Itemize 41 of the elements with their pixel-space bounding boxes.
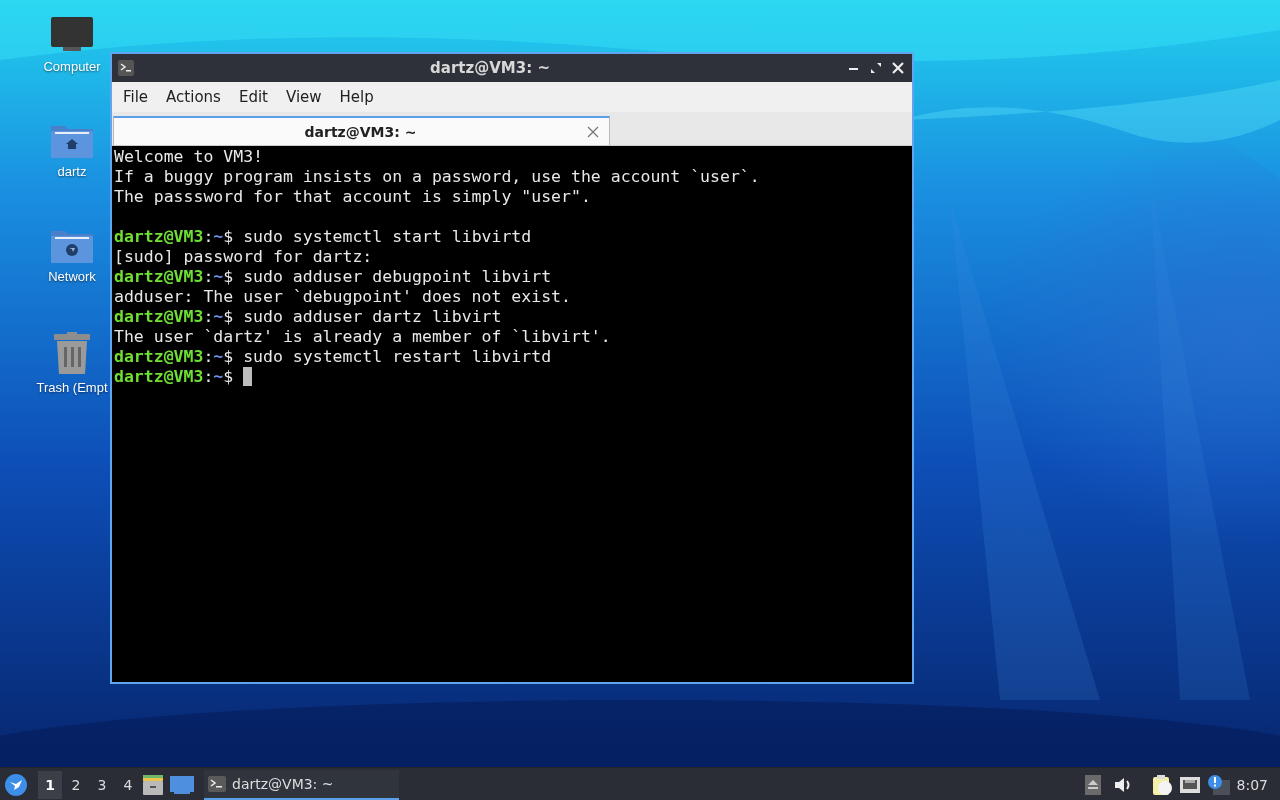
terminal-output-line: [sudo] password for dartz: (114, 247, 374, 267)
terminal-prompt-line: dartz@VM3:~$ sudo adduser debugpoint libvirt (114, 267, 552, 286)
terminal-prompt-line: dartz@VM3:~$ sudo adduser dartz libvirt (114, 307, 502, 326)
show-desktop-icon[interactable] (170, 775, 194, 794)
terminal-icon (118, 60, 134, 76)
menu-item[interactable]: View (276, 88, 331, 106)
workspace-button[interactable]: 4 (116, 770, 140, 799)
terminal-output-line: The user `dartz' is already a member of `libvirt'. (114, 327, 612, 347)
menu-item[interactable]: Edit (229, 88, 277, 106)
eject-icon[interactable] (1084, 774, 1101, 795)
terminal-area[interactable] (112, 146, 912, 682)
menu-item[interactable]: Help (330, 88, 383, 106)
terminal-output-line: Welcome to VM3! (114, 147, 264, 167)
terminal-output-line: adduser: The user `debugpoint' does not exist. (114, 287, 572, 307)
monitor-icon (51, 17, 93, 53)
terminal-output-line: If a buggy program insists on a password, use the account `user`. (114, 167, 761, 187)
taskbar-task-button[interactable]: dartz@VM3: ~ (204, 769, 399, 800)
desktop-icon-label[interactable]: Trash (Empt (36, 380, 108, 395)
clock[interactable]: 8:07 (1232, 776, 1276, 793)
clipboard-icon[interactable] (1150, 773, 1173, 796)
terminal-prompt-line: dartz@VM3:~$ sudo systemctl start libvirtd (114, 227, 532, 246)
workspace-button[interactable]: 1 (38, 770, 62, 799)
menu-item[interactable]: Actions (157, 88, 230, 106)
close-icon[interactable] (890, 60, 906, 76)
terminal-icon (208, 775, 226, 792)
notification-icon[interactable] (1206, 773, 1231, 796)
terminal-prompt-line: dartz@VM3:~$ sudo systemctl restart libvirtd (114, 347, 552, 366)
trash-icon (54, 332, 90, 374)
network-icon[interactable] (1178, 774, 1201, 795)
workspace-button[interactable]: 3 (90, 770, 114, 799)
maximize-icon[interactable] (868, 60, 884, 76)
desktop-icon-label[interactable]: Network (48, 269, 96, 284)
close-tab-icon[interactable] (587, 125, 599, 138)
file-cabinet-icon[interactable] (142, 774, 164, 795)
terminal-output-line: The passsword for that account is simply "user". (114, 187, 592, 207)
start-menu-icon[interactable] (4, 772, 28, 797)
terminal-prompt-line: dartz@VM3:~$ (114, 367, 235, 386)
workspace-button[interactable]: 2 (64, 770, 88, 799)
menu-item[interactable]: File (114, 88, 158, 106)
window-title: dartz@VM3: ~ (429, 59, 551, 77)
terminal-tab[interactable]: dartz@VM3: ~ (113, 116, 610, 145)
